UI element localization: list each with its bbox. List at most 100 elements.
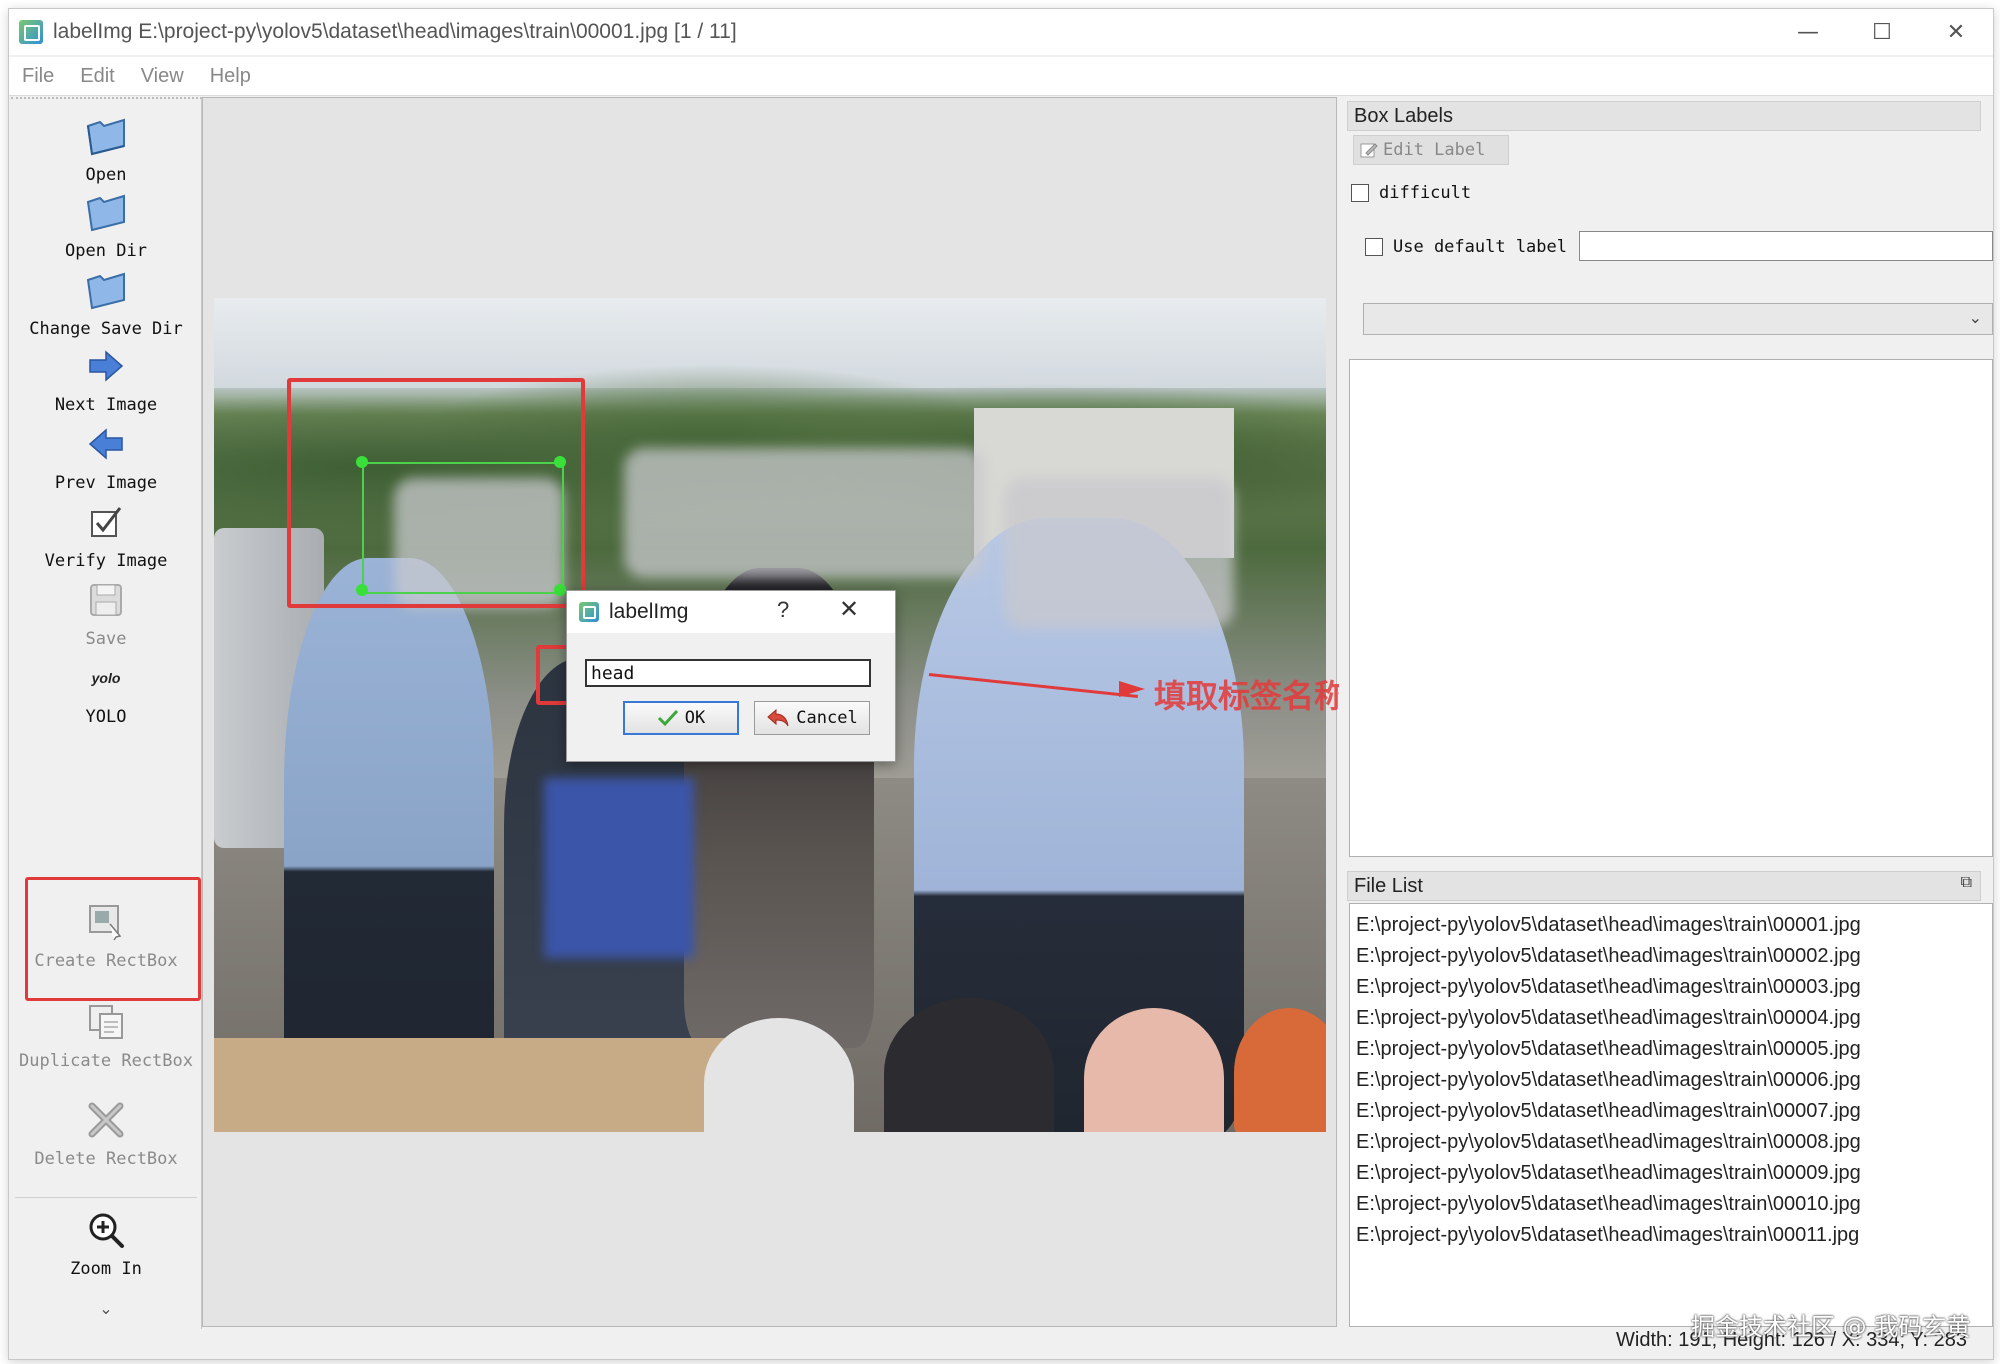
edit-label-text: Edit Label [1383,140,1486,160]
edit-pencil-icon [1360,143,1378,158]
window-title: labelImg E:\project-py\yolov5\dataset\he… [53,20,737,43]
labelimg-app-icon [19,20,43,44]
app-window: labelImg E:\project-py\yolov5\dataset\he… [8,8,1994,1360]
blurred-face-3 [1004,478,1234,628]
use-default-label-text: Use default label [1393,237,1567,257]
box-labels-title: Box Labels [1347,101,1981,131]
duplicate-rectbox-button[interactable]: Duplicate RectBox [11,995,201,1071]
arrow-left-icon [86,417,126,471]
save-disk-icon [88,573,124,627]
edit-label-button[interactable]: Edit Label [1353,135,1509,165]
blurred-logo [544,778,694,958]
file-list-item[interactable]: E:\project-py\yolov5\dataset\head\images… [1350,1003,1992,1034]
head-highlight-box [287,378,585,608]
create-rectbox-button[interactable]: Create RectBox [11,895,201,971]
difficult-checkbox[interactable] [1351,184,1369,202]
window-controls: — ☐ ✕ [1771,9,1993,55]
menu-view[interactable]: View [128,65,197,88]
yolo-icon: yolo [92,651,121,705]
file-list-item[interactable]: E:\project-py\yolov5\dataset\head\images… [1350,1127,1992,1158]
dialog-title: labelImg [609,600,689,623]
right-dock: Box Labels Edit Label difficult Use defa… [1339,97,1993,1327]
file-list-item[interactable]: E:\project-py\yolov5\dataset\head\images… [1350,1189,1992,1220]
save-button[interactable]: Save [11,573,201,649]
menu-file[interactable]: File [9,65,67,88]
file-list-item[interactable]: E:\project-py\yolov5\dataset\head\images… [1350,972,1992,1003]
duplicate-icon [86,995,126,1049]
verify-image-label: Verify Image [44,551,168,571]
open-dir-button[interactable]: Open Dir [11,185,201,261]
next-image-button[interactable]: Next Image [11,339,201,415]
folder-open-icon [84,109,128,163]
file-list-item[interactable]: E:\project-py\yolov5\dataset\head\images… [1350,1220,1992,1251]
label-list[interactable] [1349,359,1993,857]
file-list-item[interactable]: E:\project-py\yolov5\dataset\head\images… [1350,1158,1992,1189]
label-name-input[interactable]: head [585,659,871,687]
chevron-down-icon: ⌄ [1968,308,1982,327]
cancel-label: Cancel [796,708,858,728]
zoom-in-icon [86,1203,126,1257]
next-image-label: Next Image [54,395,158,415]
create-rectbox-label: Create RectBox [34,951,178,971]
yolo-icon-text: yolo [91,670,121,686]
file-list-item[interactable]: E:\project-py\yolov5\dataset\head\images… [1350,941,1992,972]
file-list-title-text: File List [1354,875,1423,897]
prev-image-button[interactable]: Prev Image [11,417,201,493]
yolo-format-button[interactable]: yolo YOLO [11,651,201,727]
toolbar-more-chevron-icon[interactable]: ⌄ [11,1299,201,1318]
verify-image-button[interactable]: Verify Image [11,495,201,571]
save-label: Save [85,629,127,649]
file-list-item[interactable]: E:\project-py\yolov5\dataset\head\images… [1350,1096,1992,1127]
zoom-in-button[interactable]: Zoom In [11,1203,201,1279]
file-list[interactable]: E:\project-py\yolov5\dataset\head\images… [1349,903,1993,1327]
difficult-label: difficult [1379,183,1472,203]
change-save-dir-label: Change Save Dir [29,319,183,339]
close-button[interactable]: ✕ [1919,9,1993,55]
menu-bar: File Edit View Help [9,57,1993,96]
labelimg-app-icon [579,602,599,622]
menu-help[interactable]: Help [197,65,264,88]
label-dialog: labelImg ? ✕ head OK Cancel [566,590,896,762]
title-bar: labelImg E:\project-py\yolov5\dataset\he… [9,9,1993,55]
label-combo-box[interactable]: ⌄ [1363,303,1993,335]
photo-person-left [284,558,494,1118]
delete-x-icon [86,1093,126,1147]
file-list-item[interactable]: E:\project-py\yolov5\dataset\head\images… [1350,910,1992,941]
duplicate-rectbox-label: Duplicate RectBox [19,1051,193,1071]
dialog-help-button[interactable]: ? [777,597,789,623]
dialog-close-button[interactable]: ✕ [839,595,859,623]
ok-button[interactable]: OK [623,701,739,735]
default-label-input[interactable] [1579,231,1993,261]
file-list-item[interactable]: E:\project-py\yolov5\dataset\head\images… [1350,1034,1992,1065]
checkbox-check-icon [88,495,124,549]
use-default-label-row[interactable]: Use default label [1365,237,1567,257]
minimize-button[interactable]: — [1771,9,1845,55]
dialog-title-bar: labelImg ? ✕ [567,591,895,633]
toolbar-divider [15,1197,197,1198]
difficult-checkbox-row[interactable]: difficult [1351,183,1471,203]
cancel-button[interactable]: Cancel [754,701,870,735]
open-button[interactable]: Open [11,109,201,185]
arrow-right-icon [86,339,126,393]
annotation-text: 填取标签名称 [1154,677,1347,715]
folder-open-icon [84,263,128,317]
file-list-item[interactable]: E:\project-py\yolov5\dataset\head\images… [1350,1065,1992,1096]
change-save-dir-button[interactable]: Change Save Dir [11,263,201,339]
photo-cardboard-box [214,1038,774,1132]
open-label: Open [85,165,127,185]
dock-float-icon[interactable]: ⧉ [1961,874,1972,892]
watermark-text: 掘金技术社区 @ 我码玄黄 [1691,1313,1971,1341]
open-dir-label: Open Dir [65,241,147,261]
menu-edit[interactable]: Edit [67,65,127,88]
undo-arrow-icon [767,708,789,727]
prev-image-label: Prev Image [54,473,158,493]
delete-rectbox-button[interactable]: Delete RectBox [11,1093,201,1169]
use-default-label-checkbox[interactable] [1365,238,1383,256]
blurred-faces-2 [624,448,984,578]
ok-label: OK [684,708,706,728]
delete-rectbox-label: Delete RectBox [34,1149,178,1169]
file-list-title: File List ⧉ [1347,871,1981,901]
zoom-in-label: Zoom In [70,1259,142,1279]
annotation-arrowhead-icon [1119,681,1145,697]
maximize-button[interactable]: ☐ [1845,9,1919,55]
